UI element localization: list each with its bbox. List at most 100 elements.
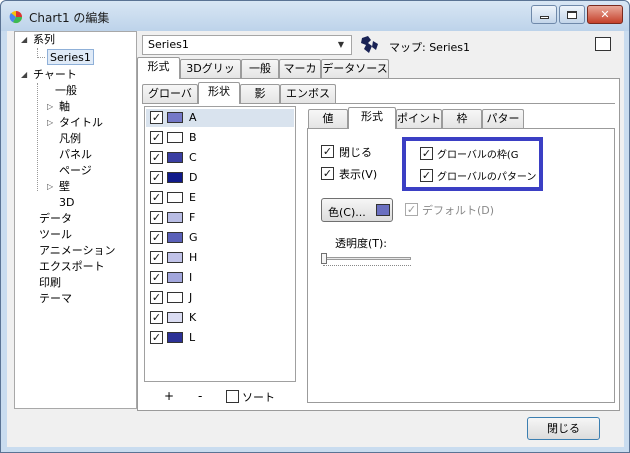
list-item-label: B (189, 131, 197, 144)
tree-item-series[interactable]: 系列 (33, 32, 55, 48)
collapse-arrow-icon[interactable]: ◢ (21, 70, 27, 79)
close-dialog-button[interactable]: 閉じる (527, 417, 600, 440)
series-color-box[interactable] (595, 37, 611, 51)
tree-item-export[interactable]: エクスポート (39, 259, 105, 275)
tree-connector (37, 83, 38, 191)
tree-item-chart[interactable]: チャート (33, 67, 77, 83)
minimize-button[interactable] (531, 5, 557, 24)
color-button[interactable]: 色(C)... (321, 198, 393, 222)
list-item[interactable]: ✓ E (146, 189, 294, 207)
list-item-checkbox[interactable]: ✓ (150, 311, 163, 324)
list-item-label: A (189, 111, 197, 124)
tab-emboss[interactable]: エンボス (280, 84, 336, 104)
list-item-label: H (189, 251, 198, 264)
list-item-checkbox[interactable]: ✓ (150, 151, 163, 164)
tab-point[interactable]: ポイント (396, 109, 442, 129)
series-map-icon (361, 36, 378, 53)
title-bar: Chart1 の編集 ✕ (1, 1, 629, 31)
tab-data-source[interactable]: データソース (321, 59, 389, 79)
tab-format[interactable]: 形式 (137, 57, 180, 79)
expand-arrow-icon[interactable]: ▷ (47, 118, 53, 127)
add-point-button[interactable]: + (164, 389, 174, 403)
point-list[interactable]: ✓ A ✓ B ✓ C ✓ D ✓ E ✓ F ✓ G ✓ H ✓ I ✓ J ✓ K ✓ L (144, 106, 296, 382)
list-item[interactable]: ✓ C (146, 149, 294, 167)
list-item[interactable]: ✓ D (146, 169, 294, 187)
list-item-checkbox[interactable]: ✓ (150, 171, 163, 184)
close-window-button[interactable]: ✕ (587, 5, 623, 24)
tree-item-general[interactable]: 一般 (55, 83, 77, 99)
list-item[interactable]: ✓ I (146, 269, 294, 287)
slider-track (323, 257, 411, 260)
series-select-value: Series1 (148, 38, 189, 51)
tab-border[interactable]: 枠 (442, 109, 482, 129)
tab-3d-grid[interactable]: 3Dグリッド (180, 59, 241, 93)
tree-item-series1[interactable]: Series1 (47, 49, 94, 65)
editor-window: Chart1 の編集 ✕ ◢ 系列 Series1 ◢ チャート 一般 ▷ 軸 … (0, 0, 630, 453)
list-item[interactable]: ✓ G (146, 229, 294, 247)
list-item-label: D (189, 171, 198, 184)
tree-item-page[interactable]: ページ (59, 163, 92, 179)
maximize-button[interactable] (559, 5, 585, 24)
chart-app-icon (9, 11, 22, 24)
tab-global[interactable]: グローバル (142, 84, 198, 118)
expand-arrow-icon[interactable]: ▷ (47, 102, 53, 111)
list-item-checkbox[interactable]: ✓ (150, 231, 163, 244)
show-checkbox[interactable]: ✓ (321, 167, 334, 180)
list-item-color-swatch (167, 272, 183, 283)
list-item-checkbox[interactable]: ✓ (150, 211, 163, 224)
list-item-checkbox[interactable]: ✓ (150, 131, 163, 144)
tree-item-wall[interactable]: 壁 (59, 179, 70, 195)
tree-item-title[interactable]: タイトル (59, 115, 103, 131)
tab-marker[interactable]: マーカ (279, 59, 321, 79)
list-item-checkbox[interactable]: ✓ (150, 271, 163, 284)
tree-item-theme[interactable]: テーマ (39, 291, 72, 307)
list-item-color-swatch (167, 152, 183, 163)
list-item-checkbox[interactable]: ✓ (150, 191, 163, 204)
global-pattern-label: グローバルのパターン (437, 172, 537, 183)
tree-item-3d[interactable]: 3D (59, 195, 74, 211)
tree-item-legend[interactable]: 凡例 (59, 131, 81, 147)
tab-inner-format[interactable]: 形式 (348, 107, 396, 129)
navigation-tree: ◢ 系列 Series1 ◢ チャート 一般 ▷ 軸 ▷ タイトル 凡例 パネル… (14, 31, 137, 409)
series-select[interactable]: Series1 ▼ (142, 35, 352, 55)
list-item-color-swatch (167, 132, 183, 143)
list-item[interactable]: ✓ A (146, 109, 294, 127)
global-pattern-checkbox[interactable]: ✓ (420, 169, 433, 182)
tree-item-print[interactable]: 印刷 (39, 275, 61, 291)
tab-value[interactable]: 値 (308, 109, 348, 129)
chevron-down-icon[interactable]: ▼ (333, 37, 349, 53)
global-border-checkbox[interactable]: ✓ (420, 147, 433, 160)
tab-general[interactable]: 一般 (241, 59, 279, 79)
close-checkbox[interactable]: ✓ (321, 145, 334, 158)
tab-shadow[interactable]: 影 (240, 84, 280, 104)
list-item-checkbox[interactable]: ✓ (150, 251, 163, 264)
list-item[interactable]: ✓ J (146, 289, 294, 307)
default-checkbox[interactable]: ✓ (405, 203, 418, 216)
list-item[interactable]: ✓ K (146, 309, 294, 327)
dialog-client-area: ◢ 系列 Series1 ◢ チャート 一般 ▷ 軸 ▷ タイトル 凡例 パネル… (7, 31, 624, 447)
list-item-checkbox[interactable]: ✓ (150, 331, 163, 344)
list-item[interactable]: ✓ H (146, 249, 294, 267)
expand-arrow-icon[interactable]: ▷ (47, 182, 53, 191)
list-item[interactable]: ✓ B (146, 129, 294, 147)
tree-item-panel[interactable]: パネル (59, 147, 92, 163)
remove-point-button[interactable]: - (198, 389, 202, 403)
slider-thumb[interactable] (321, 253, 327, 264)
sort-checkbox[interactable] (226, 390, 239, 403)
tree-item-axis[interactable]: 軸 (59, 99, 70, 115)
tab-shape[interactable]: 形状 (198, 82, 240, 104)
list-item-checkbox[interactable]: ✓ (150, 291, 163, 304)
list-item-color-swatch (167, 232, 183, 243)
list-item[interactable]: ✓ F (146, 209, 294, 227)
tree-item-data[interactable]: データ (39, 211, 72, 227)
tree-item-tools[interactable]: ツール (39, 227, 72, 243)
maximize-icon (567, 10, 577, 19)
format-panel: グローバル 形状 影 エンボス ✓A✓B✓C✓D✓E✓F✓G✓H✓I✓J✓K✓L… (137, 78, 620, 411)
transparency-slider[interactable] (321, 253, 413, 269)
collapse-arrow-icon[interactable]: ◢ (21, 35, 27, 44)
tree-item-animation[interactable]: アニメーション (39, 243, 116, 259)
map-label: マップ: Series1 (389, 41, 471, 54)
tab-pattern[interactable]: パターン (482, 109, 524, 143)
list-item[interactable]: ✓ L (146, 329, 294, 347)
list-item-checkbox[interactable]: ✓ (150, 111, 163, 124)
